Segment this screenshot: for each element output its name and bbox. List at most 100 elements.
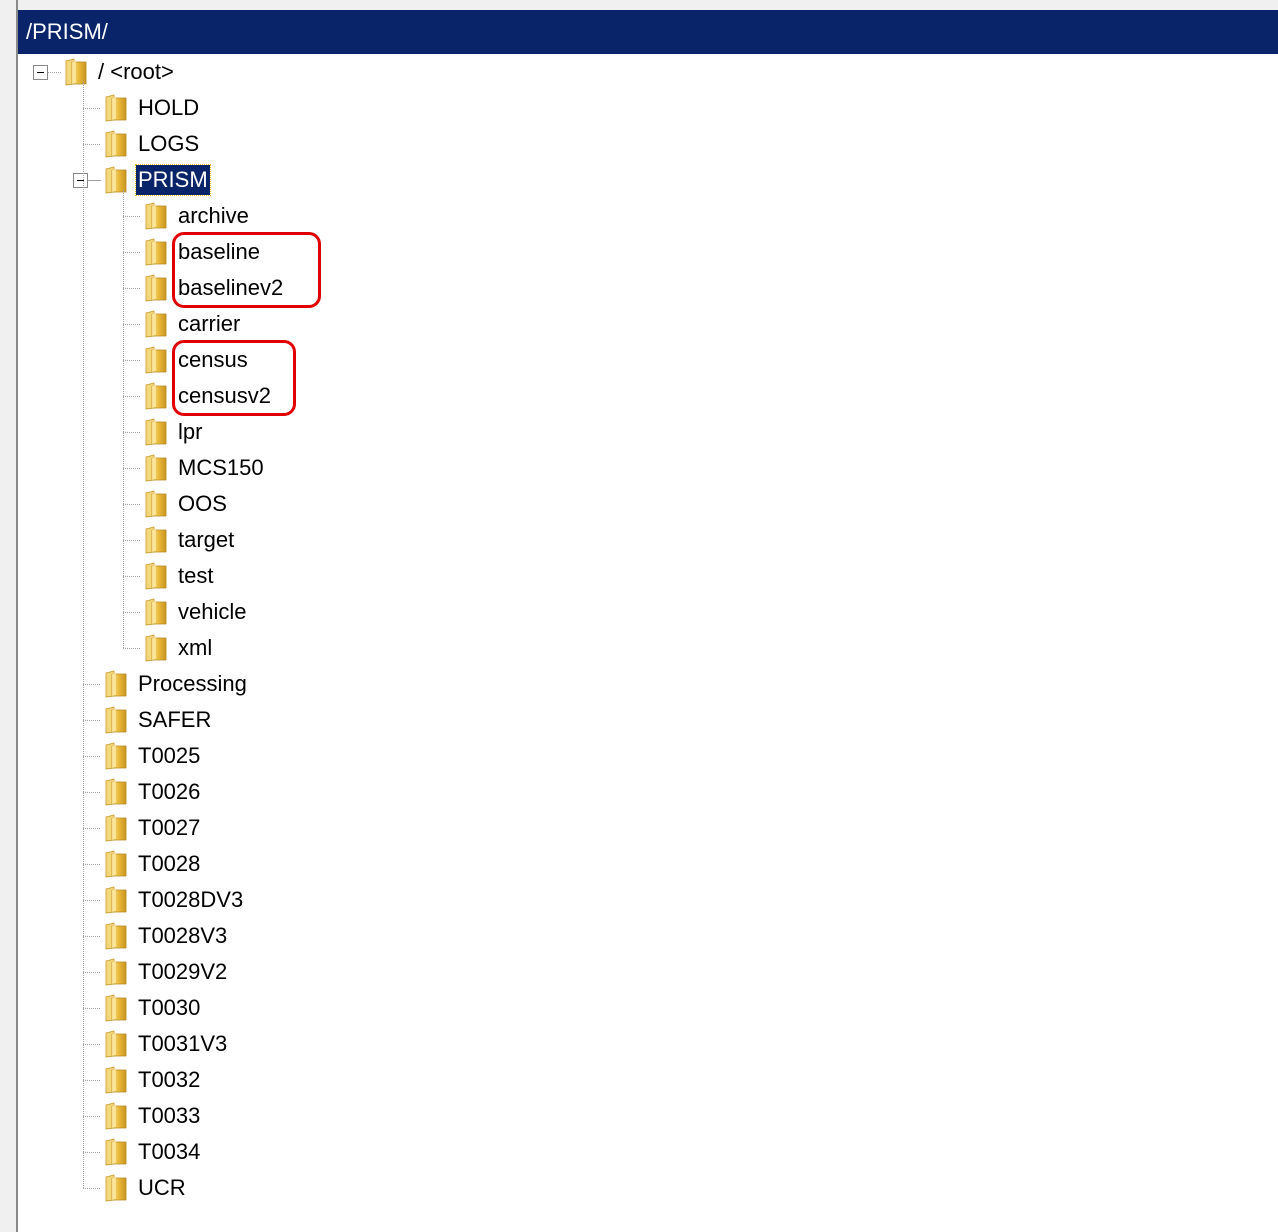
tree-connector (123, 288, 140, 289)
tree-connector (83, 792, 100, 793)
tree-item-t0028dv3[interactable]: T0028DV3 (136, 885, 245, 915)
tree-item-prism[interactable]: PRISM (135, 164, 211, 196)
tree-item-ucr[interactable]: UCR (136, 1173, 188, 1203)
folder-icon (142, 454, 170, 482)
tree-item-logs[interactable]: LOGS (136, 129, 201, 159)
folder-icon (102, 670, 130, 698)
path-bar: /PRISM/ (18, 10, 1278, 54)
tree-connector (123, 324, 140, 325)
folder-icon (102, 1138, 130, 1166)
tree-connector (83, 1188, 100, 1189)
folder-icon (142, 310, 170, 338)
folder-icon (102, 886, 130, 914)
tree-item-root[interactable]: / <root> (96, 57, 176, 87)
folder-icon (102, 706, 130, 734)
tree-item-t0028v3[interactable]: T0028V3 (136, 921, 229, 951)
tree-item-test[interactable]: test (176, 561, 215, 591)
tree-connector (83, 108, 100, 109)
folder-icon (62, 58, 90, 86)
folder-icon (102, 1174, 130, 1202)
folder-icon (102, 1030, 130, 1058)
folder-icon (102, 94, 130, 122)
tree-guide-line (123, 190, 124, 648)
tree-guide-line (83, 82, 84, 1188)
tree-connector (83, 1152, 100, 1153)
tree-connector (123, 468, 140, 469)
tree-connector (83, 144, 100, 145)
tree-connector (123, 216, 140, 217)
folder-icon (142, 346, 170, 374)
annotation-box (172, 232, 321, 308)
tree-connector (83, 756, 100, 757)
tree-connector (83, 720, 100, 721)
tree-connector (83, 1044, 100, 1045)
tree-item-t0026[interactable]: T0026 (136, 777, 202, 807)
tree-item-vehicle[interactable]: vehicle (176, 597, 248, 627)
tree-connector (88, 180, 101, 181)
folder-icon (142, 526, 170, 554)
tree-connector (123, 360, 140, 361)
folder-icon (142, 562, 170, 590)
collapse-icon[interactable] (33, 65, 48, 80)
window: /PRISM/ / <root> HOLD LOGS PRISM archive base… (0, 0, 1278, 1232)
tree-item-t0033[interactable]: T0033 (136, 1101, 202, 1131)
tree-connector (48, 72, 61, 73)
tree-item-safer[interactable]: SAFER (136, 705, 213, 735)
folder-icon (102, 778, 130, 806)
tree-item-mcs150[interactable]: MCS150 (176, 453, 266, 483)
tree-connector (83, 1080, 100, 1081)
folder-icon (102, 1102, 130, 1130)
collapse-icon[interactable] (73, 173, 88, 188)
folder-icon (102, 958, 130, 986)
tree-item-t0027[interactable]: T0027 (136, 813, 202, 843)
tree-item-t0030[interactable]: T0030 (136, 993, 202, 1023)
tree-connector (83, 936, 100, 937)
tree-item-processing[interactable]: Processing (136, 669, 249, 699)
folder-icon (102, 130, 130, 158)
tree-connector (123, 396, 140, 397)
tree-item-carrier[interactable]: carrier (176, 309, 242, 339)
tree-item-xml[interactable]: xml (176, 633, 214, 663)
tree-item-archive[interactable]: archive (176, 201, 251, 231)
tree-item-t0034[interactable]: T0034 (136, 1137, 202, 1167)
tree-connector (123, 540, 140, 541)
folder-icon (102, 850, 130, 878)
tree-item-t0029v2[interactable]: T0029V2 (136, 957, 229, 987)
folder-icon (142, 238, 170, 266)
tree-connector (83, 1008, 100, 1009)
tree-item-hold[interactable]: HOLD (136, 93, 201, 123)
tree-connector (123, 252, 140, 253)
folder-icon (102, 1066, 130, 1094)
annotation-box (172, 340, 296, 416)
folder-icon (142, 202, 170, 230)
folder-icon (102, 922, 130, 950)
tree-item-lpr[interactable]: lpr (176, 417, 204, 447)
folder-icon (142, 418, 170, 446)
folder-icon (142, 382, 170, 410)
tree-item-t0031v3[interactable]: T0031V3 (136, 1029, 229, 1059)
folder-icon (102, 742, 130, 770)
folder-icon (102, 994, 130, 1022)
tree-connector (123, 432, 140, 433)
folder-icon (102, 166, 130, 194)
tree-item-t0032[interactable]: T0032 (136, 1065, 202, 1095)
folder-icon (142, 274, 170, 302)
tree-connector (123, 576, 140, 577)
tree-item-target[interactable]: target (176, 525, 236, 555)
folder-tree[interactable]: / <root> HOLD LOGS PRISM archive baseline base… (18, 54, 1278, 1232)
tree-connector (123, 648, 140, 649)
tree-connector (83, 864, 100, 865)
tree-connector (123, 504, 140, 505)
tree-connector (83, 828, 100, 829)
folder-icon (102, 814, 130, 842)
tree-connector (83, 1116, 100, 1117)
tree-item-t0025[interactable]: T0025 (136, 741, 202, 771)
tree-item-oos[interactable]: OOS (176, 489, 229, 519)
tree-connector (123, 612, 140, 613)
folder-icon (142, 634, 170, 662)
left-border (0, 0, 18, 1232)
tree-item-t0028[interactable]: T0028 (136, 849, 202, 879)
tree-connector (83, 900, 100, 901)
folder-icon (142, 490, 170, 518)
top-strip (0, 0, 1278, 10)
